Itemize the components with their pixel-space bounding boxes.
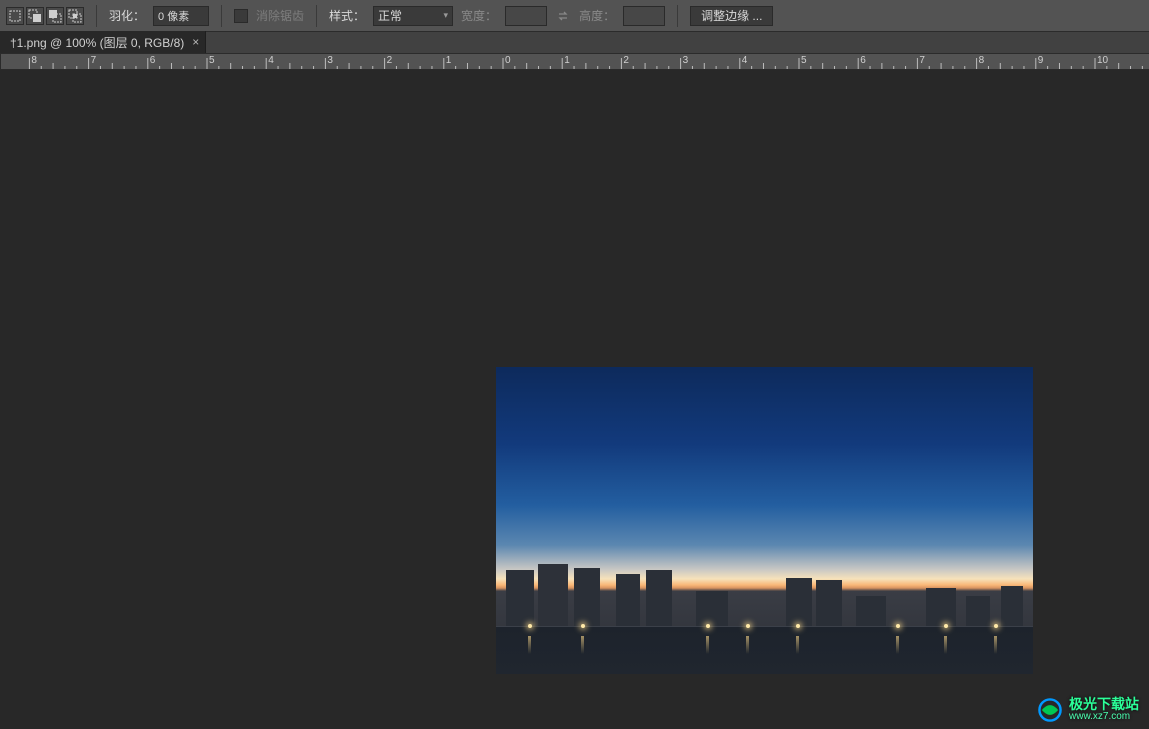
watermark: 极光下载站 www.xz7.com	[1037, 697, 1139, 723]
height-label: 高度：	[579, 7, 615, 24]
svg-text:4: 4	[742, 55, 748, 66]
separator	[96, 5, 97, 27]
width-label: 宽度：	[461, 7, 497, 24]
document-tab-title: †1.png @ 100% (图层 0, RGB/8)	[10, 34, 184, 51]
svg-text:9: 9	[1038, 55, 1044, 66]
svg-text:4: 4	[268, 55, 274, 66]
feather-input[interactable]	[153, 6, 209, 26]
svg-text:10: 10	[1097, 55, 1109, 66]
svg-text:3: 3	[327, 55, 333, 66]
close-icon[interactable]: ×	[192, 35, 199, 49]
svg-text:2: 2	[387, 55, 393, 66]
ruler-ticks: 8765432101234567891011	[0, 54, 1149, 70]
canvas-workspace[interactable]: 极光下载站 www.xz7.com	[0, 70, 1149, 729]
marquee-add-icon	[28, 9, 42, 23]
document-tab[interactable]: †1.png @ 100% (图层 0, RGB/8) ×	[0, 31, 206, 53]
svg-text:8: 8	[31, 55, 37, 66]
watermark-line1: 极光下载站	[1069, 697, 1139, 712]
subtract-selection-button[interactable]	[46, 7, 64, 25]
style-dropdown-value: 正常	[378, 7, 402, 24]
separator	[677, 5, 678, 27]
feather-label: 羽化：	[109, 7, 145, 24]
swap-icon	[556, 9, 570, 23]
svg-text:2: 2	[623, 55, 629, 66]
svg-text:5: 5	[209, 55, 215, 66]
svg-text:6: 6	[150, 55, 156, 66]
svg-text:8: 8	[979, 55, 985, 66]
separator	[316, 5, 317, 27]
style-label: 样式：	[329, 7, 365, 24]
height-input[interactable]	[623, 6, 665, 26]
svg-text:3: 3	[683, 55, 689, 66]
svg-text:1: 1	[564, 55, 570, 66]
swap-wh-icon[interactable]	[555, 8, 571, 24]
svg-text:7: 7	[91, 55, 97, 66]
add-selection-button[interactable]	[26, 7, 44, 25]
horizontal-ruler[interactable]: 8765432101234567891011	[0, 54, 1149, 70]
svg-text:6: 6	[860, 55, 866, 66]
marquee-new-icon	[8, 9, 22, 23]
watermark-line2: www.xz7.com	[1069, 712, 1139, 723]
svg-text:1: 1	[446, 55, 452, 66]
intersect-selection-button[interactable]	[66, 7, 84, 25]
marquee-int-icon	[68, 9, 82, 23]
svg-text:0: 0	[505, 55, 511, 66]
antialias-checkbox[interactable]	[234, 9, 248, 23]
city-skyline	[496, 564, 1033, 674]
width-input[interactable]	[505, 6, 547, 26]
document-canvas[interactable]	[496, 367, 1033, 674]
marquee-sub-icon	[48, 9, 62, 23]
style-dropdown[interactable]: 正常 ▾	[373, 6, 453, 26]
svg-text:7: 7	[919, 55, 925, 66]
options-bar: 羽化： 消除锯齿 样式： 正常 ▾ 宽度： 高度： 调整边缘 ...	[0, 0, 1149, 32]
new-selection-button[interactable]	[6, 7, 24, 25]
chevron-down-icon: ▾	[444, 10, 449, 21]
watermark-logo-icon	[1037, 697, 1063, 723]
document-tab-row: †1.png @ 100% (图层 0, RGB/8) ×	[0, 32, 1149, 54]
svg-text:5: 5	[801, 55, 807, 66]
antialias-label: 消除锯齿	[256, 7, 304, 24]
selection-mode-group	[6, 7, 84, 25]
refine-edge-label: 调整边缘 ...	[701, 7, 762, 24]
separator	[221, 5, 222, 27]
refine-edge-button[interactable]: 调整边缘 ...	[690, 6, 773, 26]
